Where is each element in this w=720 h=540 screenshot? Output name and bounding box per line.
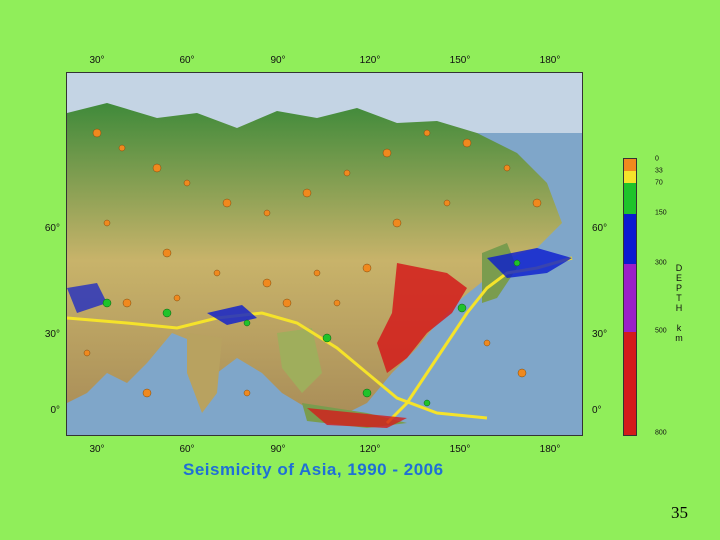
lat-label-left-30: 30°	[44, 329, 60, 340]
lat-label-left-60: 60°	[44, 223, 60, 234]
legend-tick-70: 70	[655, 179, 663, 187]
lat-label-right-60: 60°	[592, 223, 608, 234]
legend-color-0-33	[624, 159, 636, 171]
lon-label-bottom-90: 90°	[270, 444, 286, 455]
legend-color-300-500	[624, 264, 636, 332]
map-title: Seismicity of Asia, 1990 - 2006	[183, 460, 444, 479]
legend-title: DEPTHkm	[675, 263, 683, 343]
legend-color-70-150	[624, 183, 636, 214]
map-graphic	[67, 73, 582, 435]
legend-tick-0: 0	[655, 155, 659, 163]
depth-legend-colorbar	[623, 158, 637, 436]
lon-label-bottom-150: 150°	[449, 444, 471, 455]
legend-tick-500: 500	[655, 327, 667, 335]
lat-label-right-30: 30°	[592, 329, 608, 340]
lon-label-top-180: 180°	[539, 55, 561, 66]
lon-label-top-30: 30°	[89, 55, 105, 66]
lon-label-bottom-120: 120°	[359, 444, 381, 455]
lon-label-top-60: 60°	[179, 55, 195, 66]
legend-tick-800: 800	[655, 429, 667, 437]
legend-tick-300: 300	[655, 259, 667, 267]
legend-color-500-800	[624, 332, 636, 435]
lon-label-top-90: 90°	[270, 55, 286, 66]
lon-label-bottom-60: 60°	[179, 444, 195, 455]
legend-color-33-70	[624, 171, 636, 183]
lat-label-left-0: 0°	[50, 405, 60, 416]
seismicity-map	[66, 72, 583, 436]
lon-label-bottom-30: 30°	[89, 444, 105, 455]
lon-label-top-150: 150°	[449, 55, 471, 66]
lon-label-bottom-180: 180°	[539, 444, 561, 455]
legend-color-150-300	[624, 214, 636, 264]
page-number: 35	[671, 503, 688, 522]
lon-label-top-120: 120°	[359, 55, 381, 66]
legend-tick-150: 150	[655, 209, 667, 217]
legend-tick-33: 33	[655, 167, 663, 175]
lat-label-right-0: 0°	[592, 405, 602, 416]
